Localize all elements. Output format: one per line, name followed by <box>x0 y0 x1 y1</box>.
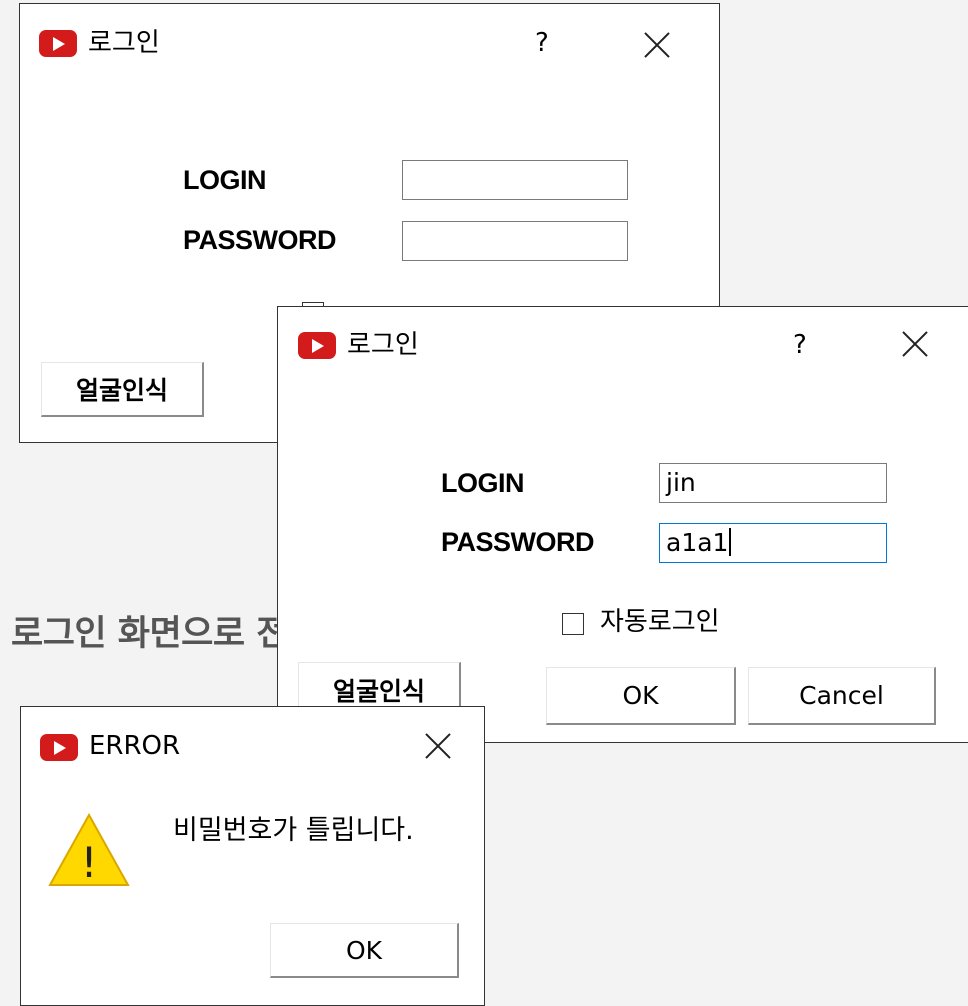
window-title: 로그인 <box>88 28 160 58</box>
face-recognition-button[interactable]: 얼굴인식 <box>41 362 204 417</box>
warning-glyph: ! <box>81 838 98 887</box>
auto-login-checkbox[interactable] <box>562 613 584 635</box>
title-bar[interactable]: 로그인 ? <box>278 307 968 377</box>
youtube-app-icon <box>298 332 336 359</box>
youtube-app-icon <box>39 30 77 57</box>
close-icon[interactable] <box>900 329 930 359</box>
login-input[interactable] <box>402 160 628 200</box>
error-message: 비밀번호가 틀립니다. <box>173 815 414 846</box>
title-bar[interactable]: ERROR <box>21 707 484 767</box>
auto-login-label[interactable]: 자동로그인 <box>600 607 720 637</box>
youtube-app-icon <box>40 734 78 761</box>
login-input[interactable]: jin <box>659 463 887 503</box>
help-icon[interactable]: ? <box>535 28 549 58</box>
warning-icon: ! <box>48 813 130 887</box>
password-label: PASSWORD <box>183 225 337 255</box>
password-value: a1a1 <box>666 528 729 557</box>
close-icon[interactable] <box>423 731 453 761</box>
login-dialog-front: 로그인 ? LOGIN jin PASSWORD a1a1 자동로그인 얼굴인식… <box>277 306 968 743</box>
cancel-button[interactable]: Cancel <box>748 667 936 725</box>
ok-button[interactable]: OK <box>546 667 736 725</box>
login-label: LOGIN <box>441 468 525 498</box>
close-icon[interactable] <box>642 30 672 60</box>
password-input[interactable] <box>402 221 628 261</box>
login-label: LOGIN <box>183 165 267 195</box>
error-dialog: ERROR ! 비밀번호가 틀립니다. OK <box>20 706 485 1006</box>
password-label: PASSWORD <box>441 527 595 557</box>
ok-button[interactable]: OK <box>270 923 459 978</box>
caption-text: 로그인 화면으로 전 <box>11 614 288 654</box>
window-title: 로그인 <box>347 330 419 360</box>
help-icon[interactable]: ? <box>793 330 807 360</box>
window-title: ERROR <box>89 731 181 761</box>
text-caret <box>729 528 732 556</box>
password-input[interactable]: a1a1 <box>659 523 887 563</box>
title-bar[interactable]: 로그인 ? <box>20 4 719 74</box>
